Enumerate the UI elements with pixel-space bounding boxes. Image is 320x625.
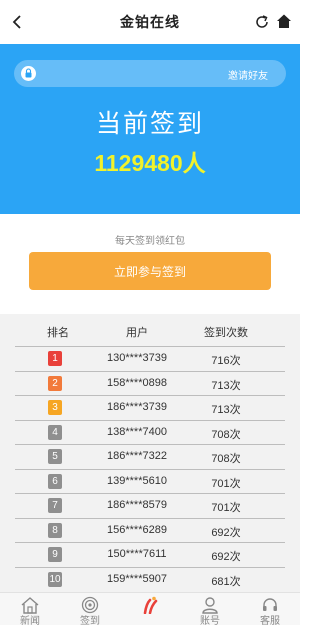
- rank-badge: 1: [48, 351, 62, 366]
- back-arrow-icon[interactable]: [8, 12, 28, 32]
- tab-label: 签到: [80, 616, 100, 625]
- user-phone: 139****5610: [107, 474, 167, 487]
- checkin-times: 716次: [211, 355, 241, 367]
- checkin-count: 1129480人: [94, 150, 206, 176]
- rank-badge: 7: [48, 498, 62, 513]
- checkin-times: 708次: [211, 428, 241, 441]
- tab-label: 新闻: [20, 616, 40, 625]
- invite-bar[interactable]: 邀请好友: [14, 60, 286, 87]
- rank-badge: 3: [48, 400, 62, 415]
- table-row: 7 186****8579 701次: [15, 493, 285, 518]
- checkin-times: 692次: [211, 526, 241, 539]
- column-rank: 排名: [47, 327, 69, 339]
- checkin-tip: 每天签到领红包: [115, 236, 185, 247]
- user-phone: 150****7611: [107, 548, 167, 560]
- rank-badge: 4: [48, 424, 62, 440]
- column-checkin-count: 签到次数: [204, 327, 248, 339]
- user-phone: 158****0898: [107, 376, 167, 389]
- table-row: 9 150****7611 692次: [15, 542, 285, 567]
- table-row: 10 159****5907 681次: [15, 566, 285, 592]
- tab-checkin[interactable]: 签到: [60, 593, 120, 625]
- rank-badge: 2: [48, 375, 62, 391]
- table-row: 3 186****3739 713次: [15, 395, 285, 420]
- rank-badge: 9: [48, 547, 62, 562]
- join-checkin-button[interactable]: 立即参与签到: [29, 252, 271, 290]
- user-phone: 186****8579: [107, 499, 167, 511]
- checkin-times: 708次: [211, 453, 241, 465]
- table-row: 8 156****6289 692次: [15, 517, 285, 543]
- invite-friends-link[interactable]: 邀请好友: [228, 67, 268, 82]
- refresh-icon[interactable]: [254, 14, 270, 30]
- tab-news[interactable]: 新闻: [0, 593, 60, 625]
- user-phone: 159****5907: [107, 572, 167, 585]
- brand-logo-icon: [143, 596, 158, 614]
- leaderboard: 排名 用户 签到次数 1 130****3739 716次 2 158****0898 7…: [0, 314, 300, 592]
- rank-badge: 5: [48, 449, 62, 464]
- column-user: 用户: [126, 327, 148, 339]
- leaderboard-rows: 1 130****3739 716次 2 158****0898 713次 3 186****…: [15, 346, 285, 591]
- tab-account[interactable]: 账号: [180, 593, 240, 625]
- checkin-label: 当前签到: [95, 110, 204, 138]
- tab-home-logo[interactable]: [120, 593, 180, 625]
- checkin-times: 713次: [211, 379, 241, 392]
- checkin-times: 701次: [211, 502, 241, 514]
- checkin-times: 681次: [211, 575, 241, 588]
- rank-badge: 6: [48, 473, 62, 489]
- table-row: 2 158****0898 713次: [15, 370, 285, 396]
- bottom-tab-bar: 新闻 签到 账号 客服: [0, 592, 300, 625]
- user-phone: 130****3739: [107, 352, 167, 364]
- home-icon[interactable]: [276, 13, 292, 29]
- table-row: 1 130****3739 716次: [15, 346, 285, 371]
- rank-badge: 10: [48, 571, 62, 587]
- checkin-times: 692次: [211, 551, 241, 563]
- user-phone: 138****7400: [107, 425, 167, 438]
- tab-label: 账号: [200, 616, 220, 625]
- table-row: 6 139****5610 701次: [15, 468, 285, 494]
- tab-support[interactable]: 客服: [240, 593, 300, 625]
- table-row: 4 138****7400 708次: [15, 419, 285, 445]
- user-phone: 186****3739: [107, 401, 167, 413]
- rank-badge: 8: [48, 522, 62, 538]
- lock-icon: [21, 66, 36, 81]
- checkin-times: 701次: [211, 477, 241, 490]
- hero-banner: 邀请好友 当前签到 1129480人: [0, 44, 300, 214]
- tab-label: 客服: [260, 616, 280, 625]
- user-phone: 186****7322: [107, 450, 167, 462]
- table-row: 5 186****7322 708次: [15, 444, 285, 469]
- page-title: 金铂在线: [120, 14, 180, 30]
- user-phone: 156****6289: [107, 523, 167, 536]
- leaderboard-header: 排名 用户 签到次数: [15, 324, 285, 346]
- top-bar: 金铂在线: [0, 0, 300, 44]
- checkin-times: 713次: [211, 404, 241, 416]
